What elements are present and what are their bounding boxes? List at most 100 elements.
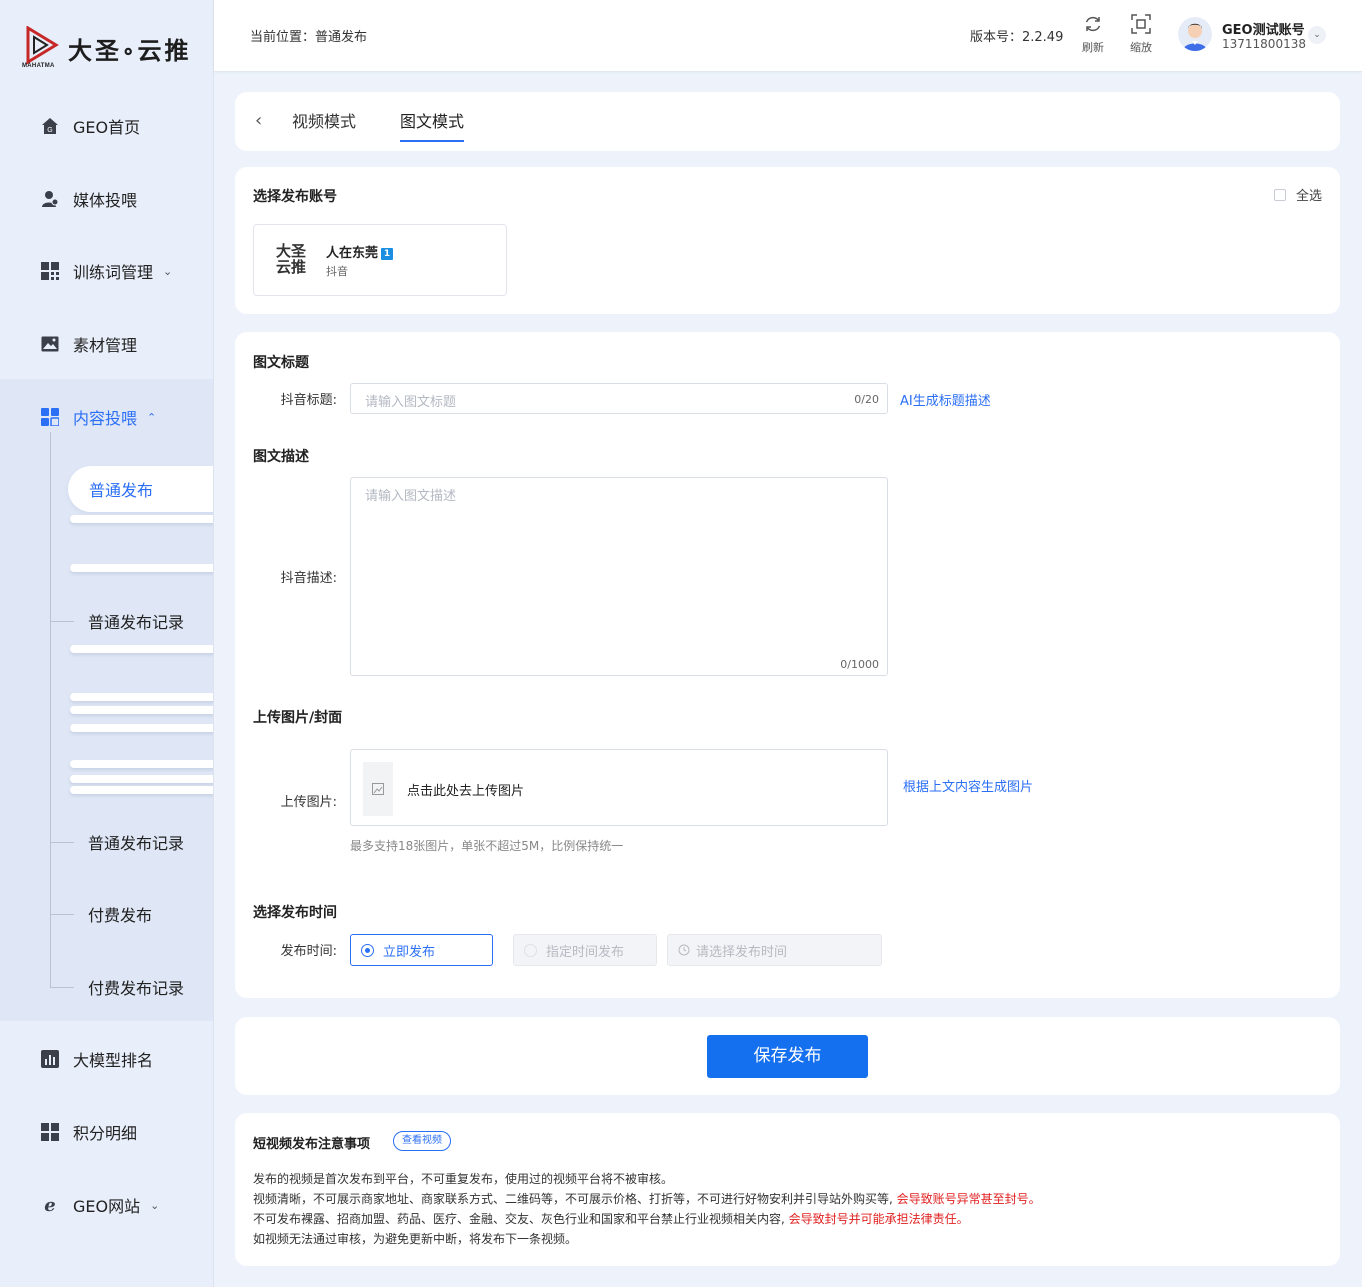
sub-item-label: 付费发布记录 (88, 979, 185, 998)
chevron-up-icon: ⌃ (147, 410, 157, 424)
submenu-ghost (70, 515, 213, 523)
description-textarea[interactable]: 请输入图文描述 0/1000 (350, 477, 888, 676)
title-counter: 0/20 (854, 393, 879, 406)
sub-item-label: 普通发布记录 (88, 834, 185, 853)
chevron-down-icon[interactable]: ⌄ (1308, 26, 1326, 44)
image-placeholder-icon (363, 762, 393, 816)
ie-icon: e (44, 1194, 56, 1216)
logo-mark-icon: MAHATMA (22, 26, 60, 70)
radio-scheduled-publish[interactable]: 指定时间发布 (513, 934, 657, 966)
note-line: 视频清晰，不可展示商家地址、商家联系方式、二维码等，不可展示价格、打折等，不可进… (253, 1190, 1041, 1207)
radio-publish-now[interactable]: 立即发布 (350, 934, 493, 966)
submenu-ghost (70, 564, 213, 572)
section-title-upload: 上传图片/封面 (253, 710, 343, 726)
account-panel: 选择发布账号 全选 大圣云推 人在东莞 1 抖音 (235, 167, 1340, 314)
avatar[interactable] (1178, 17, 1212, 51)
description-counter: 0/1000 (840, 658, 879, 671)
nav-item-content-feed[interactable]: 内容投喂 ⌃ (0, 397, 213, 437)
nav-item-label: 内容投喂 (73, 409, 138, 428)
save-panel: 保存发布 (235, 1017, 1340, 1095)
account-logo: 大圣云推 (275, 242, 306, 276)
sub-item-label: 付费发布 (88, 906, 153, 925)
generate-image-link[interactable]: 根据上文内容生成图片 (903, 776, 1033, 795)
tab-image-text-mode[interactable]: 图文模式 (400, 108, 465, 142)
refresh-button[interactable]: 刷新 (1075, 14, 1111, 55)
tree-tick (50, 841, 74, 843)
user-icon (40, 189, 60, 209)
note-text: 不可发布裸露、招商加盟、药品、医疗、金融、交友、灰色行业和国家和平台禁止行业视频… (253, 1212, 785, 1226)
grid-icon (40, 261, 60, 281)
svg-text:G: G (47, 127, 52, 134)
account-card[interactable]: 大圣云推 人在东莞 1 抖音 (253, 224, 507, 296)
radio-label: 立即发布 (383, 944, 436, 960)
save-publish-button[interactable]: 保存发布 (707, 1035, 868, 1078)
tree-tick (50, 620, 74, 622)
nav-item-label: GEO首页 (73, 118, 141, 137)
nav-item-media-feed[interactable]: 媒体投喂 (0, 179, 213, 219)
submenu-ghost (70, 760, 213, 768)
note-text: 视频清晰，不可展示商家地址、商家联系方式、二维码等，不可展示价格、打折等，不可进… (253, 1192, 893, 1206)
breadcrumb: 当前位置：普通发布 (250, 30, 368, 45)
zoom-button[interactable]: 缩放 (1123, 14, 1159, 55)
title-input[interactable]: 请输入图文标题 0/20 (350, 383, 888, 414)
tree-tick (50, 913, 74, 915)
chevron-down-icon: ⌄ (163, 264, 173, 278)
time-field-label: 发布时间: (280, 944, 337, 959)
nav-item-label: 训练词管理 (73, 263, 154, 282)
submenu-ghost (70, 693, 213, 701)
nav-item-label: 大模型排名 (73, 1051, 154, 1070)
radio-label: 指定时间发布 (546, 944, 625, 960)
sub-item-paid-publish[interactable]: 付费发布 (50, 894, 152, 934)
user-name[interactable]: GEO测试账号 (1222, 19, 1305, 38)
sidebar: MAHATMA 大圣∘云推 G GEO首页 媒体投喂 训练词管理 ⌄ 素材管理 … (0, 0, 214, 1287)
submenu-ghost (70, 706, 213, 714)
account-name-text: 人在东莞 (326, 246, 379, 261)
top-header: 当前位置：普通发布 版本号：2.2.49 刷新 缩放 GEO测试账号 13711… (214, 0, 1362, 72)
tab-video-mode[interactable]: 视频模式 (292, 108, 356, 140)
nav-item-label: GEO网站 (73, 1197, 141, 1216)
notes-panel: 短视频发布注意事项 查看视频 发布的视频是首次发布到平台，不可重复发布，使用过的… (235, 1113, 1340, 1266)
refresh-icon (1075, 14, 1111, 37)
ai-generate-title-link[interactable]: AI生成标题描述 (900, 390, 991, 409)
sub-item-label: 普通发布 (89, 481, 154, 500)
nav-item-training-words[interactable]: 训练词管理 ⌄ (0, 251, 213, 291)
title-placeholder: 请输入图文标题 (365, 395, 457, 410)
publish-time-picker[interactable]: 请选择发布时间 (667, 934, 882, 966)
nav-item-model-ranking[interactable]: 大模型排名 (0, 1039, 213, 1079)
sub-item-normal-publish-records-2[interactable]: 普通发布记录 (50, 822, 184, 862)
section-title-account: 选择发布账号 (253, 189, 337, 205)
sub-item-paid-publish-records[interactable]: 付费发布记录 (50, 967, 184, 1007)
nav-item-points-detail[interactable]: 积分明细 (0, 1112, 213, 1152)
chart-icon (40, 1049, 60, 1069)
mode-tabs-panel: ‹ 视频模式 图文模式 (235, 92, 1340, 151)
account-badge: 1 (381, 248, 394, 260)
upload-hint: 最多支持18张图片，单张不超过5M，比例保持统一 (350, 839, 624, 853)
nav-item-geo-home[interactable]: G GEO首页 (0, 106, 213, 146)
publish-form-panel: 图文标题 抖音标题: 请输入图文标题 0/20 AI生成标题描述 图文描述 抖音… (235, 332, 1340, 998)
radio-checked-icon (361, 943, 374, 957)
title-field-label: 抖音标题: (280, 393, 337, 408)
section-title-description: 图文描述 (253, 449, 309, 465)
nav-item-materials[interactable]: 素材管理 (0, 324, 213, 364)
note-warning: 会导致封号并可能承担法律责任。 (788, 1212, 969, 1226)
version-label: 版本号：2.2.49 (970, 30, 1064, 45)
nav-item-geo-website[interactable]: e GEO网站 ⌄ (0, 1185, 213, 1225)
tree-tick (50, 986, 74, 988)
sub-item-normal-publish[interactable]: 普通发布 (68, 466, 213, 512)
view-video-button[interactable]: 查看视频 (393, 1131, 451, 1151)
zoom-label: 缩放 (1130, 41, 1152, 54)
nav-item-label: 积分明细 (73, 1124, 138, 1143)
sub-item-normal-publish-records[interactable]: 普通发布记录 (50, 601, 184, 641)
brand-name: 大圣∘云推 (68, 35, 192, 65)
submenu-ghost (70, 645, 213, 653)
note-line: 如视频无法通过审核，为避免更新中断，将发布下一条视频。 (253, 1232, 578, 1246)
upload-area[interactable]: 点击此处去上传图片 (350, 749, 888, 826)
submenu-ghost (70, 786, 213, 794)
home-icon: G (40, 116, 60, 136)
account-name: 人在东莞 1 (326, 242, 394, 261)
nav-item-label: 素材管理 (73, 336, 138, 355)
fullscreen-icon (1123, 14, 1159, 37)
upload-prompt: 点击此处去上传图片 (407, 784, 525, 799)
back-icon[interactable]: ‹ (255, 110, 262, 131)
select-all-checkbox[interactable]: 全选 (1273, 185, 1322, 204)
